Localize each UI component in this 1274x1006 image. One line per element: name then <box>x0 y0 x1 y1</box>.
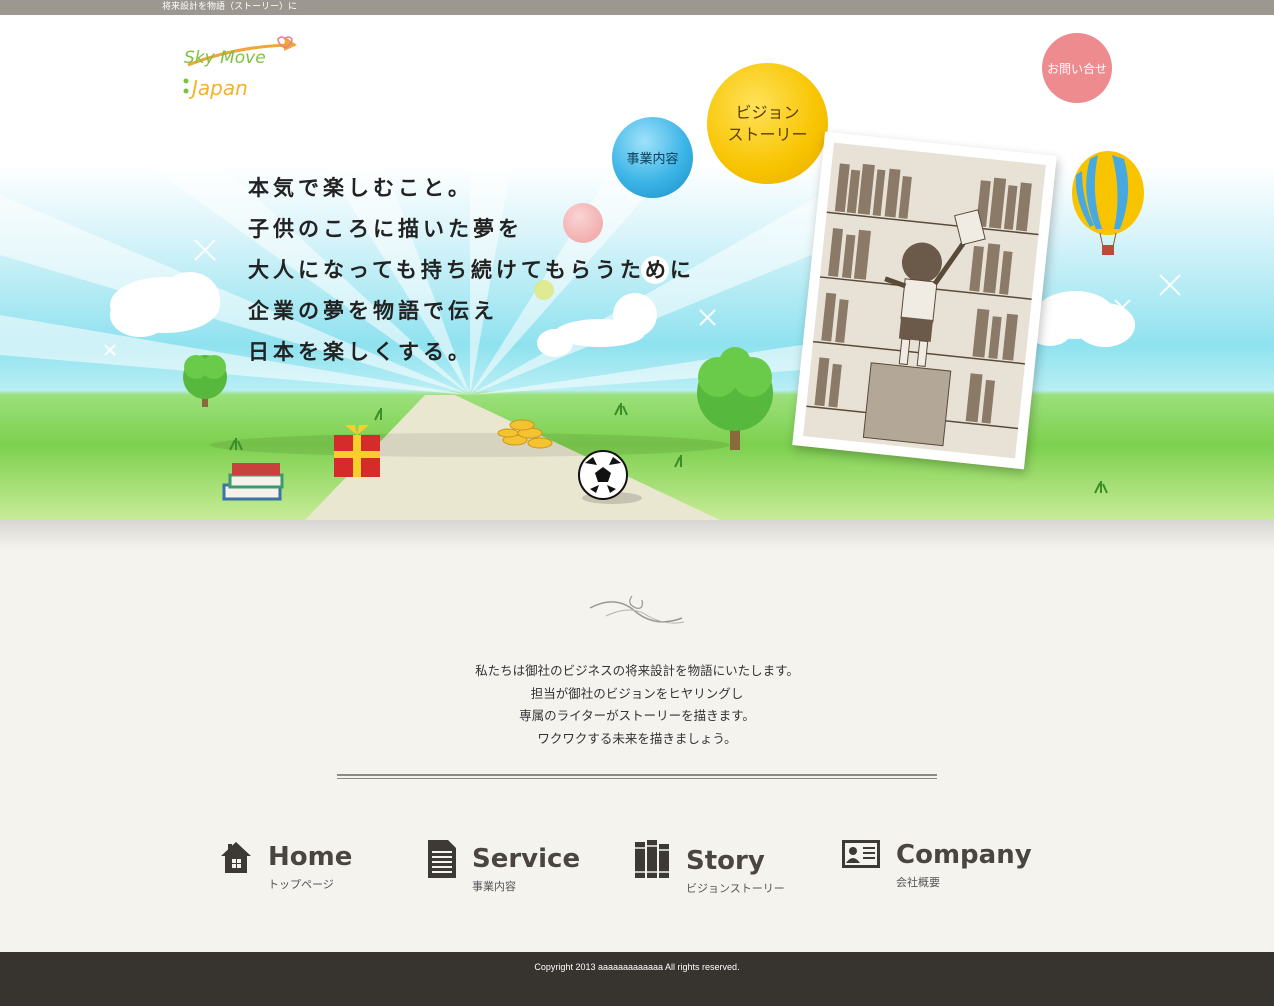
ornament-flourish <box>589 595 685 624</box>
top-bar: 将来設計を物語（ストーリー）に <box>0 0 1274 15</box>
vision-story-button[interactable]: ビジョン ストーリー <box>707 63 828 184</box>
tree-center <box>697 347 773 450</box>
nav-story[interactable]: Story ビジョンストーリー <box>635 840 805 898</box>
hero-copy-line: 大人になっても持ち続けてもらうために <box>248 258 695 282</box>
nav-company[interactable]: Company 会社概要 <box>842 840 1032 895</box>
section-divider <box>337 774 937 779</box>
hero-shadow <box>0 520 1274 550</box>
vision-label-line2: ストーリー <box>727 124 808 144</box>
id-card-icon <box>842 840 880 868</box>
contact-button[interactable]: お問い合せ <box>1042 33 1112 103</box>
bookshelf-drawing <box>803 142 1046 459</box>
copyright-text: Copyright 2013 aaaaaaaaaaaaa All rights … <box>534 962 740 972</box>
document-icon <box>428 840 456 878</box>
nav-story-title: Story <box>686 846 765 876</box>
footer: Copyright 2013 aaaaaaaaaaaaa All rights … <box>0 952 1274 1006</box>
nav-home-title: Home <box>268 842 353 872</box>
svg-text:Sky Move: Sky Move <box>184 48 266 68</box>
nav-service-sub: 事業内容 <box>472 880 516 893</box>
intro-line: 担当が御社のビジョンをヒヤリングし <box>530 685 744 701</box>
hero-copy-line: 日本を楽しくする。 <box>248 340 473 364</box>
hero-copy: 本気で楽しむこと。 子供のころに描いた夢を 大人になっても持ち続けてもらうために… <box>248 168 695 373</box>
intro-text: 私たちは御社のビジネスの将来設計を物語にいたします。 担当が御社のビジョンをヒヤ… <box>337 660 937 750</box>
nav-service-title: Service <box>472 844 581 874</box>
bookshelf-illustration <box>792 131 1057 470</box>
intro-line: ワクワクする未来を描きましょう。 <box>537 730 737 746</box>
hero-banner: Sky Move Japan お問い合せ ビジョン ストーリー 事業内容 本気で… <box>0 15 1274 520</box>
hero-copy-line: 子供のころに描いた夢を <box>248 217 523 241</box>
intro-line: 私たちは御社のビジネスの将来設計を物語にいたします。 <box>475 663 799 678</box>
hero-copy-line: 企業の夢を物語で伝え <box>248 299 498 323</box>
intro-line: 専属のライターがストーリーを描きます。 <box>519 708 755 723</box>
nav-home[interactable]: Home トップページ <box>220 840 370 895</box>
site-logo[interactable]: Sky Move Japan <box>180 35 300 105</box>
soccer-ball <box>578 450 642 504</box>
nav-service[interactable]: Service 事業内容 <box>428 840 588 895</box>
nav-company-title: Company <box>896 840 1032 870</box>
house-icon <box>221 842 251 873</box>
vision-label-line1: ビジョン <box>735 102 800 122</box>
tagline: 将来設計を物語（ストーリー）に <box>162 2 298 12</box>
nav-home-sub: トップページ <box>268 878 334 891</box>
tree-left <box>183 355 227 407</box>
nav-company-sub: 会社概要 <box>896 876 940 889</box>
books-stack <box>222 463 284 501</box>
books-icon <box>635 840 669 878</box>
hot-air-balloon <box>1072 151 1144 255</box>
gift-box <box>334 425 380 477</box>
nav-story-sub: ビジョンストーリー <box>686 882 785 895</box>
svg-text:Japan: Japan <box>188 76 248 100</box>
hero-copy-line: 本気で楽しむこと。 <box>248 176 473 200</box>
